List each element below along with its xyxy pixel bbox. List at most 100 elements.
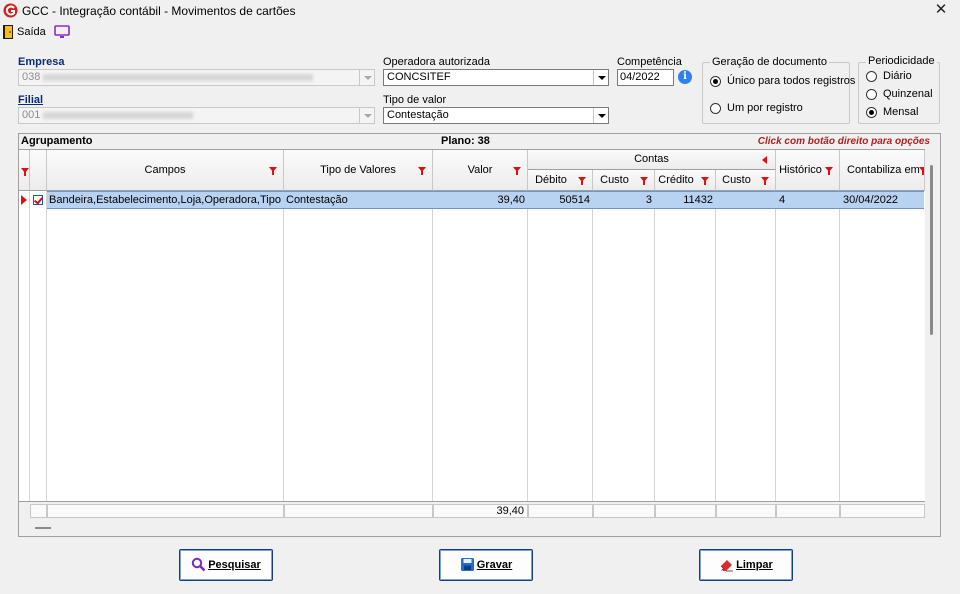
chevron-down-icon[interactable] [593,70,608,85]
filial-select[interactable]: 001 [18,107,375,124]
plano-label: Plano: 38 [441,135,490,147]
filter-icon[interactable] [640,177,648,185]
radio-um-label: Um por registro [727,102,803,114]
filial-redacted [43,111,194,119]
geracao-groupbox [702,62,850,124]
window-title: GCC - Integração contábil - Movimentos d… [22,4,296,18]
pesquisar-button[interactable]: Pesquisar [179,549,273,581]
filial-label: Filial [18,94,44,106]
header-campos[interactable]: Campos [47,150,284,191]
operadora-label: Operadora autorizada [383,56,491,68]
filter-icon[interactable] [825,167,833,175]
cell-contabiliza-em: 30/04/2022 [843,194,899,206]
geracao-title: Geração de documento [710,56,829,68]
limpar-label: Limpar [736,559,773,571]
limpar-button[interactable]: Limpar [699,549,793,581]
grid-footer: 39,40 [19,501,925,519]
cell-campos: Bandeira,Estabelecimento,Loja,Operadora,… [49,194,281,206]
tipo-valor-label: Tipo de valor [383,94,447,106]
pesquisar-label: Pesquisar [208,559,261,571]
cell-historico: 4 [779,194,786,206]
gravar-button[interactable]: Gravar [439,549,533,581]
footer-total-valor: 39,40 [433,504,528,518]
radio-mensal-circle[interactable] [866,107,877,118]
info-icon[interactable]: i [678,70,692,84]
column-divider [29,191,30,501]
vertical-scrollbar[interactable] [925,149,939,518]
footer-cell [776,504,840,518]
header-debito[interactable]: Débito [528,170,593,191]
chevron-down-icon[interactable] [359,108,374,123]
context-menu-hint: Click com botão direito para opções [757,136,930,147]
header-historico-label: Histórico [779,164,822,176]
title-bar: GCC - Integração contábil - Movimentos d… [0,0,960,22]
header-historico[interactable]: Histórico [776,150,840,191]
header-valor-label: Valor [467,164,493,176]
chevron-down-icon[interactable] [593,108,608,123]
radio-mensal-label: Mensal [883,106,919,118]
column-divider [839,191,840,501]
column-divider [715,191,716,501]
competencia-input[interactable]: 04/2022 [617,69,674,86]
footer-cell [716,504,776,518]
chevron-down-icon[interactable] [359,70,374,85]
radio-um-circle[interactable] [710,103,721,114]
column-divider [775,191,776,501]
radio-quinzenal-circle[interactable] [866,89,877,100]
header-tipo-valores[interactable]: Tipo de Valores [284,150,433,191]
row-checkbox[interactable] [33,195,43,205]
close-button[interactable]: ✕ [926,0,956,22]
footer-cell [284,504,433,518]
header-custo-2[interactable]: Custo [716,170,776,191]
tipo-valor-select[interactable]: Contestação [383,107,609,124]
cell-custo-1: 3 [645,194,652,206]
filter-icon[interactable] [513,167,521,175]
column-divider [527,191,528,501]
header-valor[interactable]: Valor [433,150,528,191]
radio-diario-label: Diário [883,70,912,82]
row-indicator-header[interactable] [19,150,30,191]
current-row-indicator-icon [21,195,27,205]
radio-quinzenal-label: Quinzenal [883,88,933,100]
header-credito[interactable]: Crédito [655,170,716,191]
header-contas-label: Contas [634,153,669,165]
header-custo-2-label: Custo [722,174,751,186]
table-row[interactable]: Bandeira,Estabelecimento,Loja,Operadora,… [47,191,924,209]
column-divider [283,191,284,501]
header-tipo-valores-label: Tipo de Valores [320,164,396,176]
filter-icon[interactable] [269,167,277,175]
exit-label[interactable]: Saída [17,26,46,38]
checkbox-header[interactable] [30,150,47,191]
header-custo-1[interactable]: Custo [593,170,655,191]
empresa-select[interactable]: 038 [18,69,375,86]
search-icon [192,557,206,571]
header-contabiliza-em[interactable]: Contabiliza em [840,150,925,191]
filter-icon[interactable] [701,177,709,185]
sort-down-icon [21,168,29,176]
footer-cell [593,504,655,518]
filter-icon[interactable] [761,177,769,185]
footer-cell [655,504,716,518]
app-logo-icon [3,3,18,18]
collapse-left-icon[interactable] [762,156,767,164]
footer-cell [840,504,925,518]
scrollbar-thumb[interactable] [930,165,933,335]
filial-value: 001 [22,109,41,121]
exit-door-icon[interactable] [3,25,13,39]
data-grid[interactable]: Campos Tipo de Valores Valor Contas Débi… [19,149,925,519]
empresa-redacted [43,73,314,81]
operadora-select[interactable]: CONCSITEF [383,69,609,86]
monitor-icon[interactable] [54,25,70,39]
radio-unico-circle[interactable] [710,76,721,87]
header-contas[interactable]: Contas [528,150,776,170]
empresa-label: Empresa [18,56,65,68]
horizontal-scrollbar-thumb[interactable] [35,527,51,529]
radio-diario-circle[interactable] [866,71,877,82]
header-contabiliza-em-label: Contabiliza em [847,164,920,176]
column-divider [654,191,655,501]
filter-icon[interactable] [418,167,426,175]
filter-icon[interactable] [578,177,586,185]
radio-unico-label: Único para todos registros [727,75,856,87]
cell-debito: 50514 [559,194,590,206]
footer-cell [528,504,593,518]
